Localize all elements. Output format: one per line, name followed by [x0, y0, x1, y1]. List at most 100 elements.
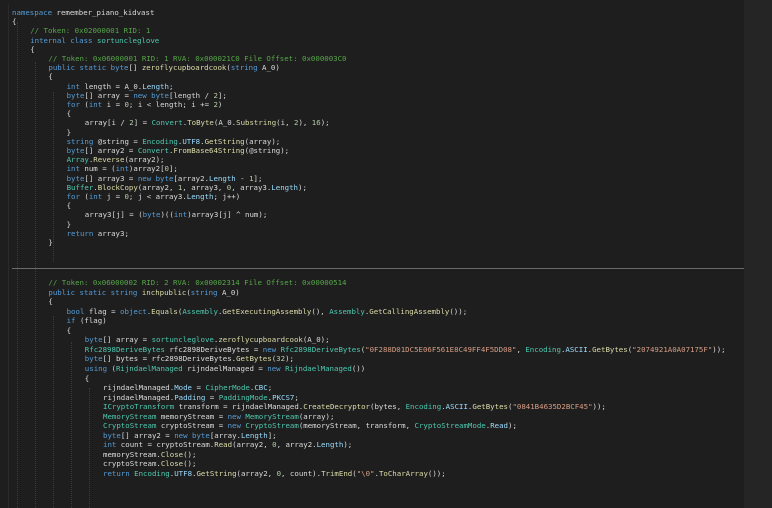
code-line[interactable]: return Encoding.UTF8.GetString(array2, 0…: [103, 469, 446, 479]
code-token: Convert: [137, 146, 169, 155]
code-token: ToCharArray: [378, 469, 428, 478]
code-token: GetCallingAssembly: [369, 306, 450, 316]
code-token: RijndaelManaged: [115, 363, 183, 373]
code-token: byte: [84, 335, 103, 345]
code-token: int: [88, 100, 103, 109]
code-token: );: [320, 118, 330, 128]
code-token: rijndaelManaged =: [182, 363, 268, 373]
code-line[interactable]: {: [48, 297, 52, 307]
code-line[interactable]: cryptoStream.Close();: [103, 459, 196, 469]
code-token: Padding: [174, 392, 206, 402]
code-token: byte: [103, 430, 121, 440]
code-token: Mode: [174, 383, 193, 393]
code-token: length = A_0.: [79, 81, 143, 91]
code-token: Encoding: [405, 402, 442, 412]
code-line[interactable]: byte[] bytes = rfc2898DeriveBytes.GetByt…: [85, 354, 294, 364]
code-line[interactable]: public static byte[] zeroflycupboardcook…: [48, 63, 279, 73]
code-line[interactable]: internal class sortuncleglove: [30, 36, 159, 46]
code-token: memoryStream.: [103, 449, 161, 459]
code-token: CryptoStreamMode: [414, 421, 486, 431]
code-token: Array: [66, 155, 89, 165]
code-token: (: [107, 363, 116, 373]
code-token: for: [66, 100, 80, 109]
code-token: ] =: [133, 118, 152, 128]
code-line[interactable]: for (int i = 0; i < length; i += 2): [67, 100, 223, 110]
indent-guide: [53, 316, 54, 508]
code-line[interactable]: MemoryStream memoryStream = new MemorySt…: [103, 412, 334, 422]
code-line[interactable]: namespace remember_piano_kidvast: [12, 8, 154, 18]
code-token: Encoding: [142, 136, 178, 146]
code-token: inchpublic: [141, 287, 187, 297]
code-line[interactable]: return array3;: [67, 229, 129, 239]
code-token: cryptoStream =: [156, 421, 228, 431]
code-line[interactable]: memoryStream.Close();: [103, 450, 196, 460]
code-token: num = (: [79, 164, 116, 174]
code-token: array[i /: [84, 118, 130, 128]
code-token: Substring: [236, 118, 277, 128]
code-token: i =: [102, 100, 125, 109]
code-line[interactable]: bool flag = object.Equals(Assembly.GetEx…: [67, 307, 468, 317]
code-line[interactable]: CryptoStream cryptoStream = new CryptoSt…: [103, 421, 517, 431]
code-token: (: [79, 100, 89, 109]
code-token: [] array3 =: [84, 173, 138, 183]
code-token: transform = rijndaelManaged.: [174, 402, 304, 412]
code-token: "\0": [356, 469, 375, 478]
code-token: [] array =: [102, 335, 152, 345]
code-token: array3[j] = (: [84, 210, 143, 220]
code-token: Length: [240, 430, 268, 440]
vertical-scrollbar[interactable]: [744, 0, 772, 508]
code-line[interactable]: {: [85, 374, 89, 384]
code-token: ; j++): [213, 192, 241, 201]
code-token: j =: [102, 192, 125, 201]
indent-guide: [53, 92, 54, 262]
code-line[interactable]: for (int j = 0; j < array3.Length; j++): [67, 192, 241, 202]
code-line[interactable]: int count = cryptoStream.Read(array2, 0,…: [103, 440, 352, 450]
code-token: UTF8: [174, 469, 193, 478]
code-line[interactable]: {: [67, 326, 71, 336]
code-line[interactable]: if (flag): [67, 316, 107, 326]
code-line[interactable]: byte[] array2 = new byte[array.Length];: [103, 431, 277, 441]
code-token: ,: [516, 344, 526, 354]
code-line[interactable]: }: [48, 238, 52, 248]
code-line[interactable]: rijndaelManaged.Padding = PaddingMode.PK…: [103, 393, 299, 403]
code-token: flag =: [84, 306, 121, 316]
code-token: sortuncleglove: [151, 335, 214, 345]
code-token: ());: [427, 469, 446, 478]
code-token: memoryStream =: [156, 411, 228, 421]
code-line[interactable]: {: [67, 201, 71, 211]
code-token: Length: [186, 192, 214, 201]
code-token: CryptoStream: [245, 421, 299, 431]
code-line[interactable]: public static string inchpublic(string A…: [48, 288, 239, 298]
code-line[interactable]: array[i / 2] = Convert.ToByte(A_0.Substr…: [85, 118, 330, 128]
indent-guide: [89, 388, 90, 508]
code-token: Equals: [151, 306, 178, 316]
code-token: )((: [160, 210, 174, 220]
code-line[interactable]: using (RijndaelManaged rijndaelManaged =…: [85, 364, 365, 374]
code-token: int: [115, 164, 129, 174]
code-token: [] bytes = rfc2898DeriveBytes.: [102, 354, 237, 364]
code-line[interactable]: array3[j] = (byte)((int)array3[j] ^ num)…: [85, 210, 267, 220]
code-line[interactable]: Rfc2898DeriveBytes rfc2898DeriveBytes = …: [85, 345, 726, 355]
code-line[interactable]: ICryptoTransform transform = rijndaelMan…: [103, 402, 606, 412]
code-line[interactable]: {: [48, 72, 52, 82]
code-token: UTF8: [182, 136, 201, 146]
code-line[interactable]: rijndaelManaged.Mode = CipherMode.CBC;: [103, 383, 272, 393]
code-token: GetBytes: [236, 354, 272, 364]
code-token: [length /: [168, 90, 214, 100]
code-token: (array);: [298, 411, 335, 421]
code-token: ];: [217, 90, 227, 100]
code-line[interactable]: // Token: 0x06000002 RID: 2 RVA: 0x00002…: [48, 278, 346, 288]
code-token: {: [12, 17, 17, 27]
code-line[interactable]: {: [30, 45, 34, 55]
code-token: )array2[: [128, 164, 165, 174]
code-token: A_0): [257, 63, 280, 73]
code-token: int: [88, 192, 103, 201]
code-token: namespace: [12, 8, 57, 17]
code-token: GetBytes: [472, 402, 508, 412]
code-line[interactable]: byte[] array = sortuncleglove.zeroflycup…: [85, 335, 330, 345]
code-line[interactable]: {: [12, 17, 16, 27]
code-line[interactable]: {: [67, 109, 71, 119]
code-token: GetString: [204, 136, 245, 146]
code-editor[interactable]: namespace remember_piano_kidvast{// Toke…: [12, 6, 744, 508]
code-token: return: [103, 469, 135, 478]
